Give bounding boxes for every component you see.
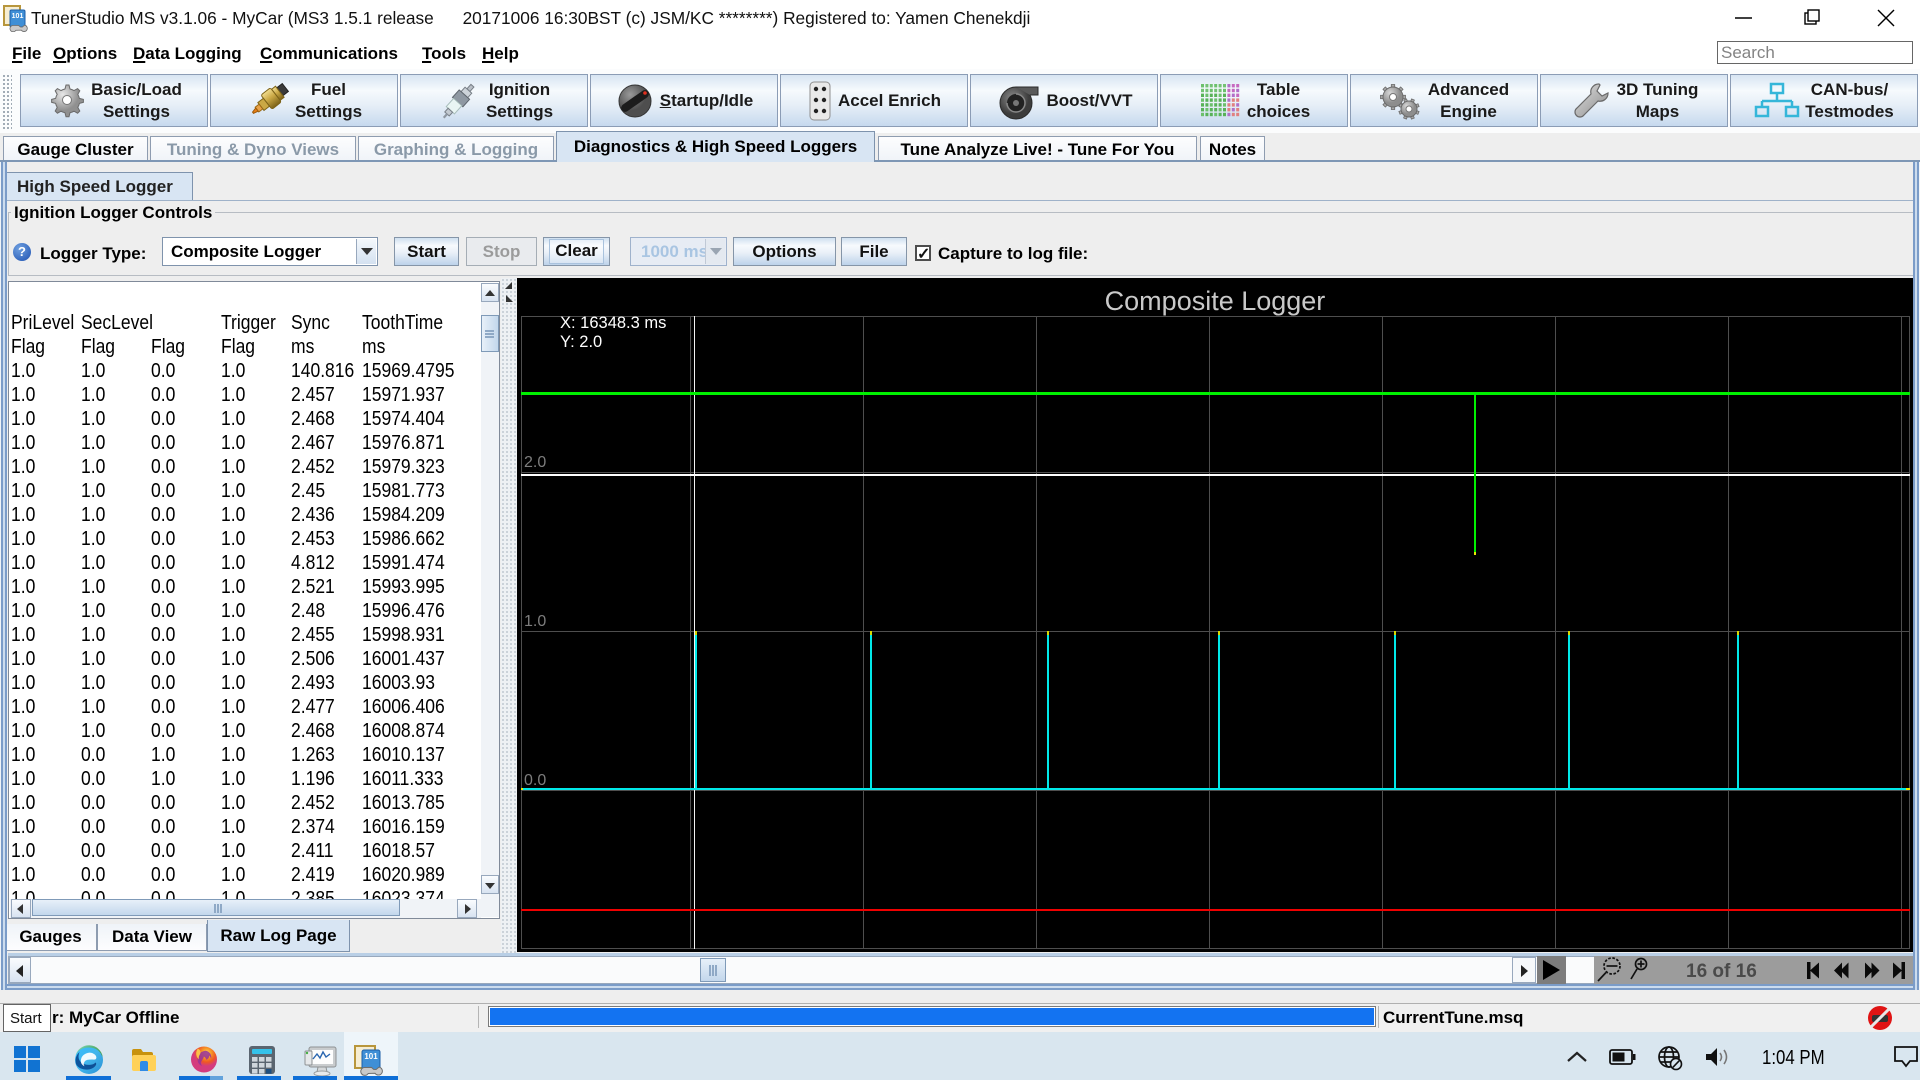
svg-text:101: 101 [364, 1052, 378, 1061]
svg-text:16 of 16: 16 of 16 [1686, 961, 1757, 982]
svg-text:101: 101 [12, 13, 24, 20]
